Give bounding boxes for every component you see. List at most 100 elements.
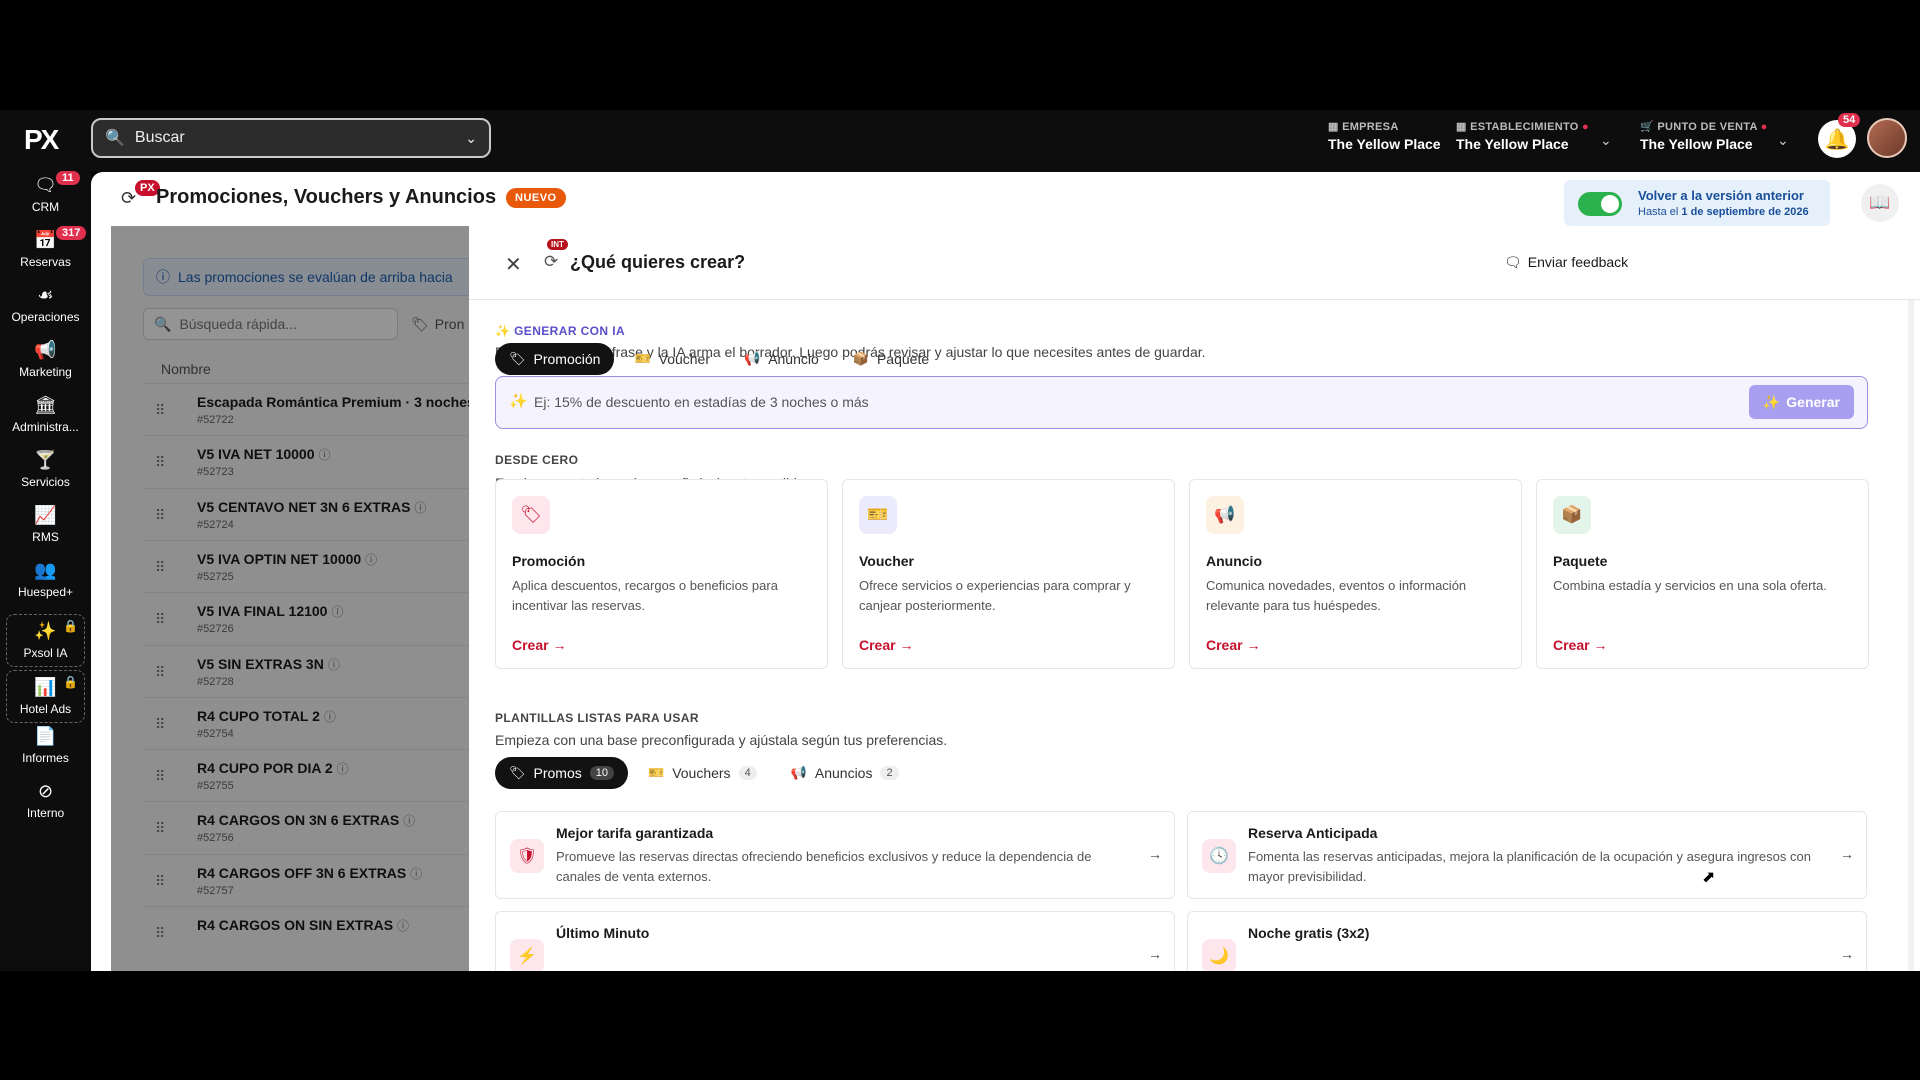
template-title: Mejor tarifa garantizada	[556, 825, 714, 841]
close-icon[interactable]: ✕	[505, 252, 522, 277]
pin-icon: ●	[1582, 121, 1589, 133]
sidebar-item-hotel-ads[interactable]: 📊 Hotel Ads 🔒	[6, 670, 85, 723]
templates-section-description: Empieza con una base preconfigurada y aj…	[495, 732, 948, 748]
card-description: Aplica descuentos, recargos o beneficios…	[512, 578, 778, 613]
ticket-icon: 🎫	[859, 496, 897, 534]
sidebar-item-operaciones[interactable]: ☙ Operaciones	[0, 285, 91, 324]
sidebar-item-servicios[interactable]: 🍸 Servicios	[0, 450, 91, 489]
card-description: Ofrece servicios o experiencias para com…	[859, 578, 1131, 613]
card-description: Comunica novedades, eventos o informació…	[1206, 578, 1467, 613]
tag-icon: 🏷	[512, 496, 550, 534]
establishment-selector[interactable]: ▦ ESTABLECIMIENTO ● The Yellow Place	[1456, 120, 1589, 152]
notifications-badge: 54	[1838, 113, 1861, 127]
refresh-icon[interactable]: ⟳	[121, 188, 136, 209]
logo[interactable]: PX	[24, 124, 59, 156]
chevron-down-icon[interactable]: ⌄	[1600, 132, 1612, 149]
book-icon: 📖	[1869, 193, 1891, 212]
tag-icon: 🏷	[509, 351, 526, 366]
main-panel: ⟳ PX Promociones, Vouchers y Anuncios NU…	[91, 172, 1920, 971]
create-link[interactable]: Crear →	[1206, 637, 1260, 653]
arrow-right-icon[interactable]: →	[1148, 846, 1162, 862]
company-label: EMPRESA	[1342, 121, 1399, 133]
scrollbar[interactable]	[1908, 300, 1914, 971]
send-feedback-button[interactable]: 🗨 Enviar feedback	[1504, 254, 1628, 271]
ticket-icon: 🎫	[648, 765, 665, 780]
sidebar-item-administra[interactable]: 🏛 Administra...	[0, 395, 91, 434]
create-link[interactable]: Crear →	[859, 637, 913, 653]
sidebar-item-label: Huesped+	[17, 585, 74, 599]
sidebar-badge: 317	[56, 226, 87, 240]
top-bar: PX 🔍 Buscar ⌄ ▦ EMPRESA The Yellow Place…	[0, 110, 1920, 172]
ai-prompt-input[interactable]: ✨ Ej: 15% de descuento en estadías de 3 …	[495, 376, 1868, 429]
pin-icon: ●	[1760, 121, 1768, 133]
create-card-anuncio[interactable]: 📢 Anuncio Comunica novedades, eventos o in…	[1189, 479, 1522, 669]
count-badge: 10	[589, 766, 614, 780]
sidebar-item-crm[interactable]: 🗨 CRM 11	[0, 171, 91, 214]
company-selector[interactable]: ▦ EMPRESA The Yellow Place	[1328, 120, 1441, 152]
sidebar-item-label: Pxsol IA	[23, 646, 68, 660]
count-badge: 2	[880, 766, 899, 780]
arrow-right-icon[interactable]: →	[1840, 946, 1854, 962]
template-card[interactable]: 🕓 Reserva Anticipada Fomenta las reservas …	[1187, 811, 1867, 899]
ai-tab-anuncio[interactable]: 📢 Anuncio	[730, 343, 833, 375]
create-drawer: ✕ ⟳ INT ¿Qué quieres crear? 🗨 Enviar feed…	[469, 226, 1920, 971]
ai-tab-promocin[interactable]: 🏷 Promoción	[495, 343, 615, 375]
establishment-label: ESTABLECIMIENTO	[1470, 121, 1579, 133]
sparkle-icon: ✨	[495, 324, 511, 338]
template-title: Reserva Anticipada	[1248, 825, 1378, 841]
avatar[interactable]	[1867, 118, 1907, 158]
ai-prompt-placeholder: Ej: 15% de descuento en estadías de 3 no…	[534, 394, 869, 410]
drawer-title: ¿Qué quieres crear?	[570, 252, 746, 272]
page-title: Promociones, Vouchers y Anuncios	[156, 186, 497, 208]
sidebar-item-interno[interactable]: ⊘ Interno	[0, 781, 91, 820]
chevron-down-icon[interactable]: ⌄	[465, 130, 477, 147]
arrow-right-icon[interactable]: →	[1840, 846, 1854, 862]
sidebar-item-huesped+[interactable]: 👥 Huesped+	[0, 560, 91, 599]
ai-tab-voucher[interactable]: 🎫 Voucher	[620, 343, 724, 375]
document-icon: 📄	[34, 726, 57, 746]
templates-section-title: PLANTILLAS LISTAS PARA USAR	[495, 711, 699, 725]
card-title: Promoción	[512, 553, 586, 569]
template-card[interactable]: 🛡 Mejor tarifa garantizada Promueve las re…	[495, 811, 1175, 899]
bell-service-icon: ☙	[37, 285, 54, 305]
search-icon: 🔍	[105, 130, 125, 147]
scratch-section-title: DESDE CERO	[495, 453, 579, 467]
create-card-voucher[interactable]: 🎫 Voucher Ofrece servicios o experiencias …	[842, 479, 1175, 669]
sidebar-item-label: Interno	[26, 806, 65, 820]
int-badge: INT	[547, 239, 568, 250]
sidebar-item-label: Servicios	[21, 475, 70, 489]
generate-button[interactable]: ✨ Generar	[1748, 385, 1854, 419]
pos-selector[interactable]: 🛒 PUNTO DE VENTA ● The Yellow Place	[1640, 120, 1768, 152]
create-card-paquete[interactable]: 📦 Paquete Combina estadía y servicios en u…	[1536, 479, 1869, 669]
cocktail-icon: 🍸	[34, 450, 57, 470]
chevron-down-icon[interactable]: ⌄	[1777, 132, 1789, 149]
template-tab-vouchers[interactable]: 🎫 Vouchers 4	[634, 757, 771, 789]
docs-button[interactable]: 📖	[1861, 184, 1899, 222]
mouse-cursor-icon: ⬈	[1702, 869, 1716, 886]
version-toggle[interactable]	[1578, 192, 1622, 216]
sidebar-item-pxsol-ia[interactable]: ✨ Pxsol IA 🔒	[6, 614, 85, 667]
template-card[interactable]: 🌙 Noche gratis (3x2) →	[1187, 911, 1867, 971]
template-tab-anuncios[interactable]: 📢 Anuncios 2	[777, 757, 913, 789]
shield-check-icon: 🛡	[510, 839, 544, 873]
ai-section-title: ✨ GENERAR CON IA	[495, 324, 626, 338]
building-icon: ▦	[1328, 121, 1339, 133]
refresh-icon[interactable]: ⟳	[544, 252, 558, 272]
sidebar-item-informes[interactable]: 📄 Informes	[0, 726, 91, 765]
megaphone-icon: 📢	[744, 351, 761, 366]
sidebar-item-rms[interactable]: 📈 RMS	[0, 505, 91, 544]
create-card-promocin[interactable]: 🏷 Promoción Aplica descuentos, recargos o …	[495, 479, 828, 669]
sidebar-item-reservas[interactable]: 📅 Reservas 317	[0, 226, 91, 269]
template-tab-promos[interactable]: 🏷 Promos 10	[495, 757, 628, 789]
arrow-right-icon[interactable]: →	[1148, 946, 1162, 962]
sidebar-item-marketing[interactable]: 📢 Marketing	[0, 340, 91, 379]
comment-icon: 🗨	[1504, 254, 1522, 270]
legacy-version-banner[interactable]: Volver a la versión anterior Hasta el 1 …	[1564, 180, 1830, 226]
global-search[interactable]: 🔍 Buscar ⌄	[91, 118, 491, 158]
ai-tab-paquete[interactable]: 📦 Paquete	[839, 343, 943, 375]
create-link[interactable]: Crear →	[1553, 637, 1607, 653]
template-card[interactable]: ⚡ Último Minuto →	[495, 911, 1175, 971]
modal-backdrop[interactable]	[111, 226, 471, 971]
card-title: Paquete	[1553, 553, 1608, 569]
create-link[interactable]: Crear →	[512, 637, 566, 653]
